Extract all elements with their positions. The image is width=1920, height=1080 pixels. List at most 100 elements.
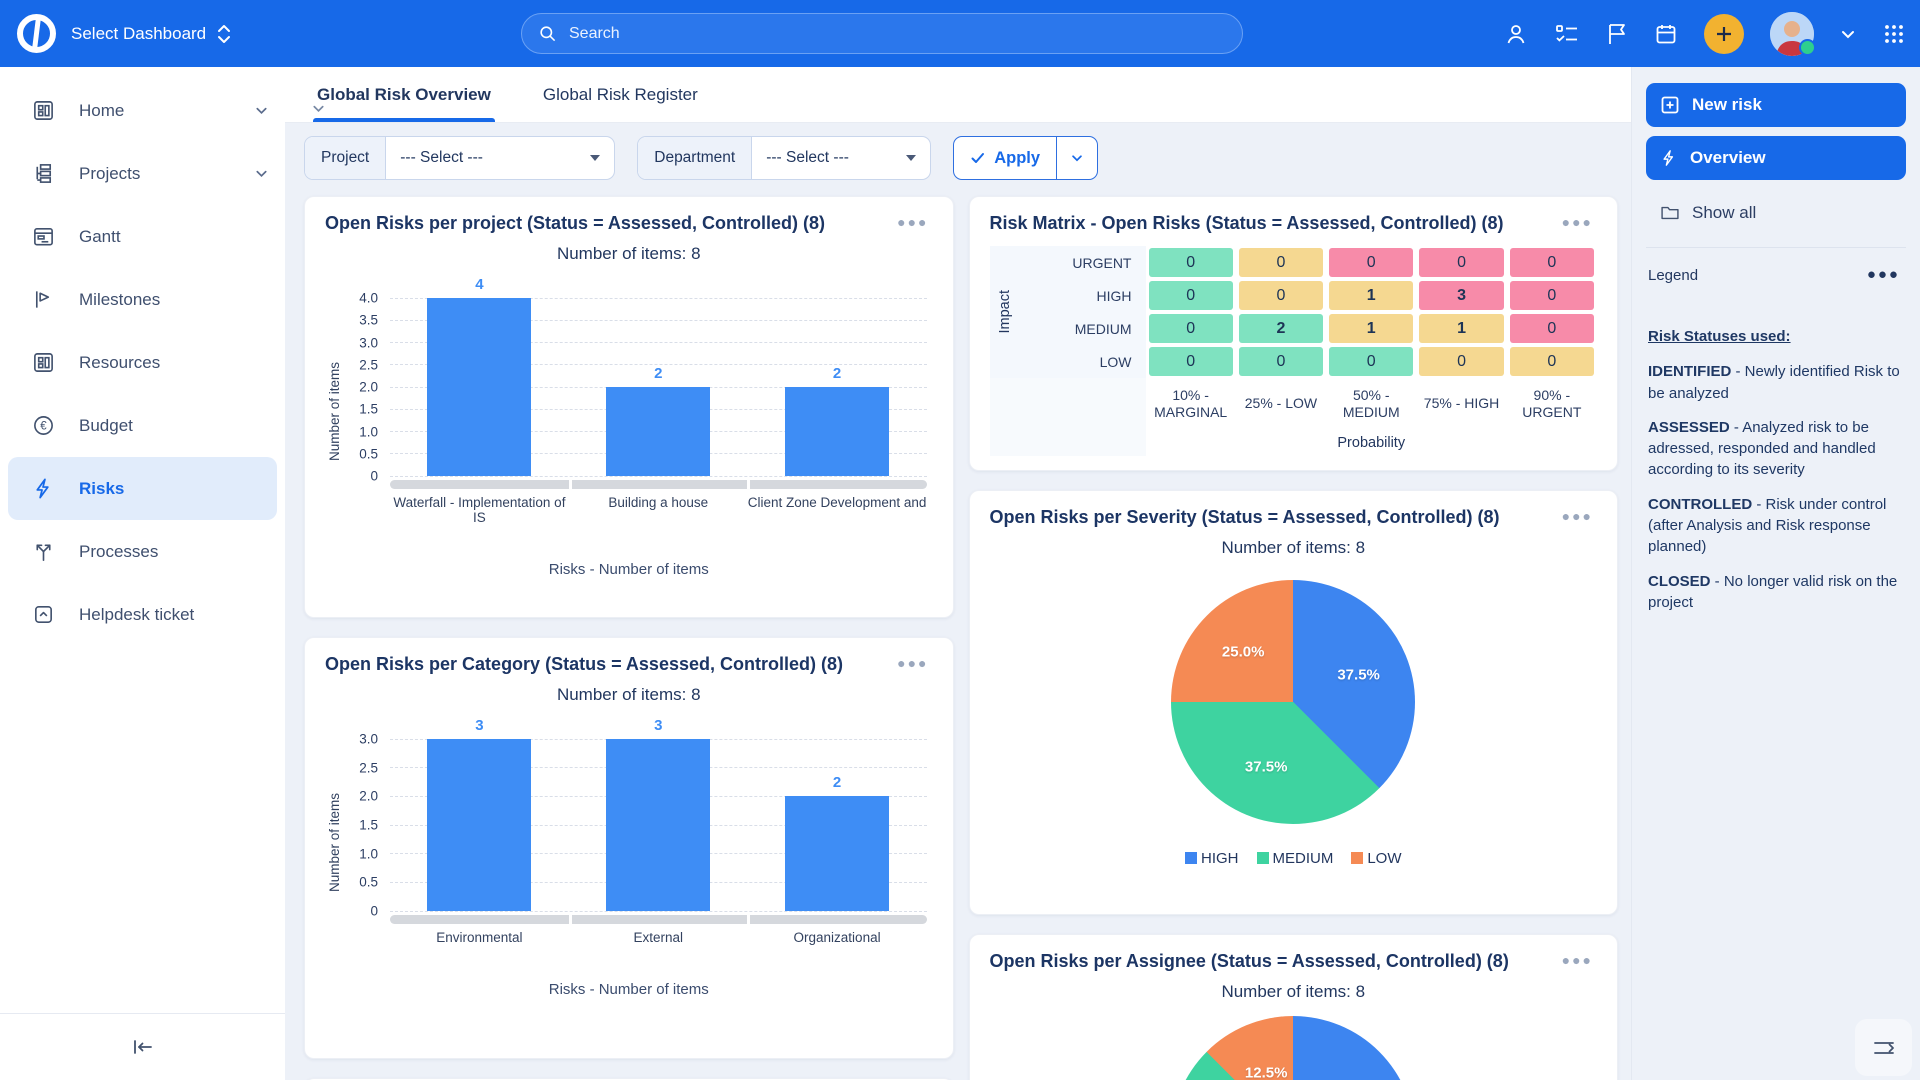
department-filter-group: Department --- Select --- — [637, 136, 931, 180]
card-title: Open Risks per project (Status = Assesse… — [325, 213, 825, 234]
bar-value-label: 3 — [654, 717, 662, 734]
pie-slice-label: 37.5% — [1337, 666, 1380, 683]
y-tick-label: 2.5 — [359, 760, 378, 775]
matrix-row-label: MEDIUM — [1020, 312, 1146, 345]
dashboard-selector[interactable]: Select Dashboard — [71, 24, 232, 44]
y-tick-label: 2.5 — [359, 357, 378, 372]
chevron-down-icon — [254, 103, 269, 118]
pie-slice-label: 37.5% — [1245, 759, 1288, 776]
assignee-pie-chart: 12.5% — [1171, 1016, 1415, 1080]
matrix-cell: 0 — [1419, 248, 1503, 277]
matrix-cell: 0 — [1149, 347, 1233, 376]
matrix-cell: 0 — [1510, 314, 1594, 343]
matrix-column-label: 75% - HIGH — [1416, 378, 1506, 430]
matrix-row-label: HIGH — [1020, 279, 1146, 312]
bars-layer: 422 — [390, 298, 927, 476]
matrix-column-label: 90% - URGENT — [1507, 378, 1597, 430]
bar-value-label: 2 — [833, 774, 841, 791]
matrix-cell: 0 — [1239, 347, 1323, 376]
tabs-collapse-chevron-icon[interactable] — [311, 101, 326, 116]
legend-status-closed: CLOSED - No longer valid risk on the pro… — [1648, 571, 1904, 614]
sidebar-item-budget[interactable]: € Budget — [0, 394, 285, 457]
tab-global-risk-overview[interactable]: Global Risk Overview — [313, 67, 495, 122]
quick-add-button[interactable] — [1704, 14, 1744, 54]
collapse-panel-button[interactable] — [1855, 1019, 1912, 1076]
sidebar-item-resources[interactable]: Resources — [0, 331, 285, 394]
bar-value-label: 4 — [475, 276, 483, 293]
card-open-risks-per-category: Open Risks per Category (Status = Assess… — [304, 637, 954, 1059]
tasks-checklist-icon[interactable] — [1554, 22, 1580, 46]
svg-text:€: € — [40, 421, 47, 433]
card-risk-matrix: Risk Matrix - Open Risks (Status = Asses… — [969, 196, 1619, 471]
bar-slot: 2 — [748, 298, 927, 476]
legend-status-assessed: ASSESSED - Analyzed risk to be adressed,… — [1648, 417, 1904, 481]
plus-square-icon — [1660, 95, 1680, 115]
calendar-icon[interactable] — [1654, 22, 1678, 46]
apps-grid-icon[interactable] — [1882, 22, 1906, 46]
card-menu-button[interactable]: ●●● — [893, 213, 932, 231]
card-menu-button[interactable]: ●●● — [893, 654, 932, 672]
x-axis-label: Waterfall - Implementation of IS — [390, 495, 569, 525]
app-logo-icon[interactable] — [16, 13, 57, 54]
sidebar-item-label: Milestones — [79, 290, 160, 310]
bars-layer: 332 — [390, 739, 927, 911]
sidebar-item-home[interactable]: Home — [0, 79, 285, 142]
sidebar-item-milestones[interactable]: Milestones — [0, 268, 285, 331]
chart-footer: Risks - Number of items — [325, 981, 933, 998]
sidebar-item-risks[interactable]: Risks — [8, 457, 277, 520]
chevron-down-icon[interactable] — [1840, 26, 1856, 42]
overview-button[interactable]: Overview — [1646, 136, 1906, 180]
search-input[interactable] — [567, 24, 1171, 44]
y-tick-label: 3.0 — [359, 335, 378, 350]
sidebar-item-label: Gantt — [79, 227, 121, 247]
x-axis-label: Building a house — [569, 495, 748, 525]
legend-widget-title: Legend — [1648, 267, 1698, 284]
sidebar-item-gantt[interactable]: Gantt — [0, 205, 285, 268]
sidebar-item-helpdesk-ticket[interactable]: Helpdesk ticket — [0, 583, 285, 646]
bar — [785, 387, 889, 476]
y-tick-label: 1.5 — [359, 402, 378, 417]
bar — [606, 739, 710, 911]
apply-button[interactable]: Apply — [954, 137, 1057, 179]
department-filter-select[interactable]: --- Select --- — [752, 137, 930, 179]
sidebar-item-label: Budget — [79, 416, 133, 436]
matrix-cell: 3 — [1419, 281, 1503, 310]
bar — [785, 796, 889, 911]
y-tick-label: 1.5 — [359, 818, 378, 833]
card-menu-button[interactable]: ●●● — [1558, 951, 1597, 969]
new-risk-button[interactable]: New risk — [1646, 83, 1906, 127]
lightning-icon — [32, 477, 55, 500]
matrix-cell: 0 — [1419, 347, 1503, 376]
card-menu-button[interactable]: ●●● — [1558, 213, 1597, 231]
card-menu-button[interactable]: ●●● — [1558, 507, 1597, 525]
sidebar-item-processes[interactable]: Processes — [0, 520, 285, 583]
tab-global-risk-register[interactable]: Global Risk Register — [539, 67, 702, 122]
global-search[interactable] — [521, 13, 1243, 54]
legend-heading: Risk Statuses used: — [1648, 326, 1904, 347]
flag-icon[interactable] — [1606, 22, 1628, 46]
user-avatar[interactable] — [1770, 12, 1814, 56]
card-open-risks-per-severity: Open Risks per Severity (Status = Assess… — [969, 490, 1619, 915]
legend-menu-button[interactable]: ●●● — [1863, 266, 1904, 284]
severity-pie-chart: 37.5%37.5%25.0% — [1171, 580, 1415, 824]
sidebar-item-projects[interactable]: Projects — [0, 142, 285, 205]
card-title: Open Risks per Category (Status = Assess… — [325, 654, 843, 675]
project-filter-select[interactable]: --- Select --- — [386, 137, 614, 179]
user-icon[interactable] — [1504, 22, 1528, 46]
x-axis-label: Client Zone Development and — [748, 495, 927, 525]
top-navbar: Select Dashboard — [0, 0, 1920, 67]
x-scroll-track[interactable] — [390, 480, 927, 489]
sort-updown-icon — [216, 24, 232, 44]
collapse-sidebar-icon[interactable] — [130, 1035, 156, 1059]
matrix-impact-axis-label: Impact — [990, 246, 1020, 378]
dashboard-selector-label: Select Dashboard — [71, 24, 206, 44]
x-scroll-track[interactable] — [390, 915, 927, 924]
chart-subtitle: Number of items: 8 — [990, 982, 1598, 1002]
matrix-cell: 0 — [1239, 248, 1323, 277]
chart-footer: Risks - Number of items — [325, 561, 933, 578]
apply-dropdown-button[interactable] — [1057, 137, 1097, 179]
matrix-cell: 0 — [1329, 347, 1413, 376]
show-all-button[interactable]: Show all — [1646, 189, 1906, 237]
matrix-cell: 0 — [1510, 248, 1594, 277]
caret-down-icon — [590, 155, 600, 161]
